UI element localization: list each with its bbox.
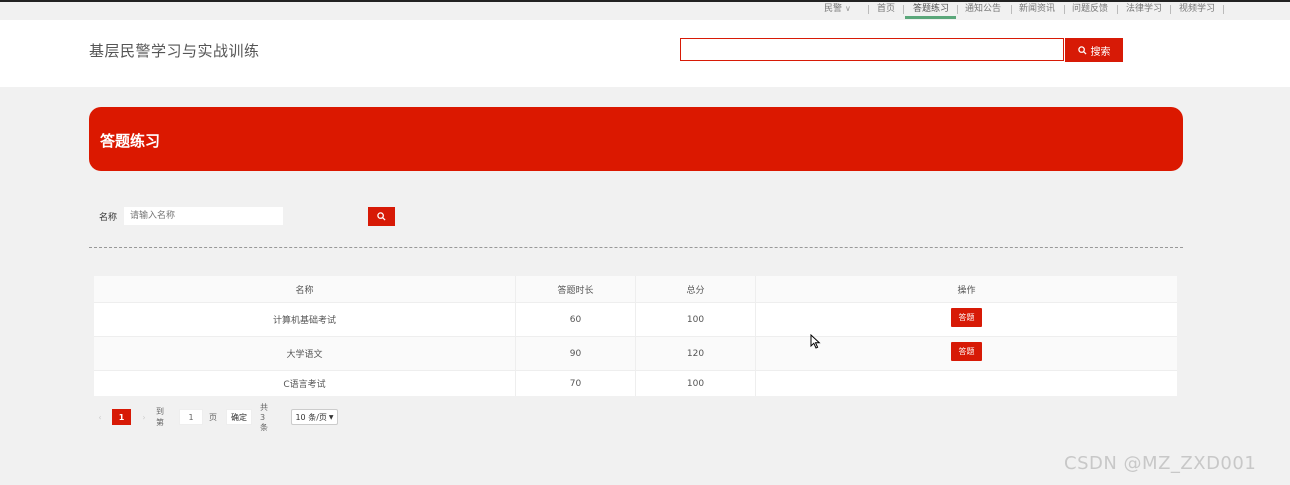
cell-score: 100 [636,371,756,396]
filter-name-label: 名称 [99,213,118,223]
column-header-action: 操作 [957,285,976,296]
cell-name: 计算机基础考试 [94,303,516,336]
header: 基层民警学习与实战训练 搜索 [0,20,1290,87]
column-header-duration: 答题时长 [516,276,636,302]
nav-item-notices[interactable]: 通知公告 [965,2,1001,20]
nav-separator [903,5,904,14]
page-size-value: 10 条/页 [295,412,327,422]
cell-duration: 90 [516,337,636,370]
nav-item-video[interactable]: 视频学习 [1179,2,1215,20]
filter-search-button[interactable] [368,207,395,226]
nav-item-news[interactable]: 新闻资讯 [1019,2,1055,20]
dashed-divider [89,247,1183,248]
table-row: C语言考试 70 100 [94,371,1177,396]
nav-separator [1117,5,1118,14]
nav-item-feedback[interactable]: 问题反馈 [1072,2,1108,20]
nav-separator [957,5,958,14]
cell-score: 100 [636,303,756,336]
nav-item-home[interactable]: 首页 [877,2,895,20]
next-page-icon[interactable]: › [138,409,150,425]
page-unit-label: 页 [209,412,217,422]
column-header-score: 总分 [636,276,756,302]
header-search-button[interactable]: 搜索 [1065,38,1123,62]
cell-duration: 70 [516,371,636,396]
cell-name: 大学语文 [94,337,516,370]
header-search-input[interactable] [680,38,1064,61]
goto-page-input[interactable]: 1 [179,409,203,425]
cell-name: C语言考试 [94,371,516,396]
page-banner: 答题练习 [89,107,1183,171]
page-title: 答题练习 [100,132,161,150]
user-menu[interactable]: 民警 ∨ [824,2,851,20]
cell-duration: 60 [516,303,636,336]
nav-separator [1170,5,1171,14]
goto-label: 到第 [156,407,164,427]
top-nav-bar: 民警 ∨ 首页 答题练习 通知公告 新闻资讯 问题反馈 法律学习 视频学习 [0,2,1290,20]
nav-item-law[interactable]: 法律学习 [1126,2,1162,20]
search-button-label: 搜索 [1090,46,1111,58]
search-icon [377,212,386,221]
nav-separator [1011,5,1012,14]
nav-separator [1064,5,1065,14]
watermark: CSDN @MZ_ZXD001 [1064,453,1257,474]
nav-separator [868,5,869,14]
goto-confirm-button[interactable]: 确定 [226,409,252,425]
answer-button[interactable]: 答题 [951,307,982,327]
chevron-down-icon: ∨ [845,4,851,13]
answer-button[interactable]: 答题 [951,341,982,361]
site-title: 基层民警学习与实战训练 [89,42,260,60]
page-size-select[interactable]: 10 条/页 ▼ [291,409,338,425]
column-header-name: 名称 [94,276,516,302]
active-tab-indicator [905,16,956,19]
cell-score: 120 [636,337,756,370]
cell-action [756,371,1177,396]
mouse-cursor-icon [810,334,821,349]
chevron-down-icon: ▼ [328,413,334,421]
search-icon [1077,45,1087,55]
cell-action: 答题 [756,303,1177,336]
user-name: 民警 [824,4,843,14]
prev-page-icon[interactable]: ‹ [94,409,106,425]
total-count: 共 3 条 [260,402,268,432]
filter-name-input[interactable] [124,207,283,225]
exam-table: 名称 答题时长 总分 操作 计算机基础考试 60 100 答题 大学语文 90 … [94,276,1177,396]
table-row: 大学语文 90 120 答题 [94,337,1177,371]
page-number-current[interactable]: 1 [112,409,131,425]
table-header-row: 名称 答题时长 总分 操作 [94,276,1177,303]
nav-separator [1223,5,1224,14]
table-row: 计算机基础考试 60 100 答题 [94,303,1177,337]
